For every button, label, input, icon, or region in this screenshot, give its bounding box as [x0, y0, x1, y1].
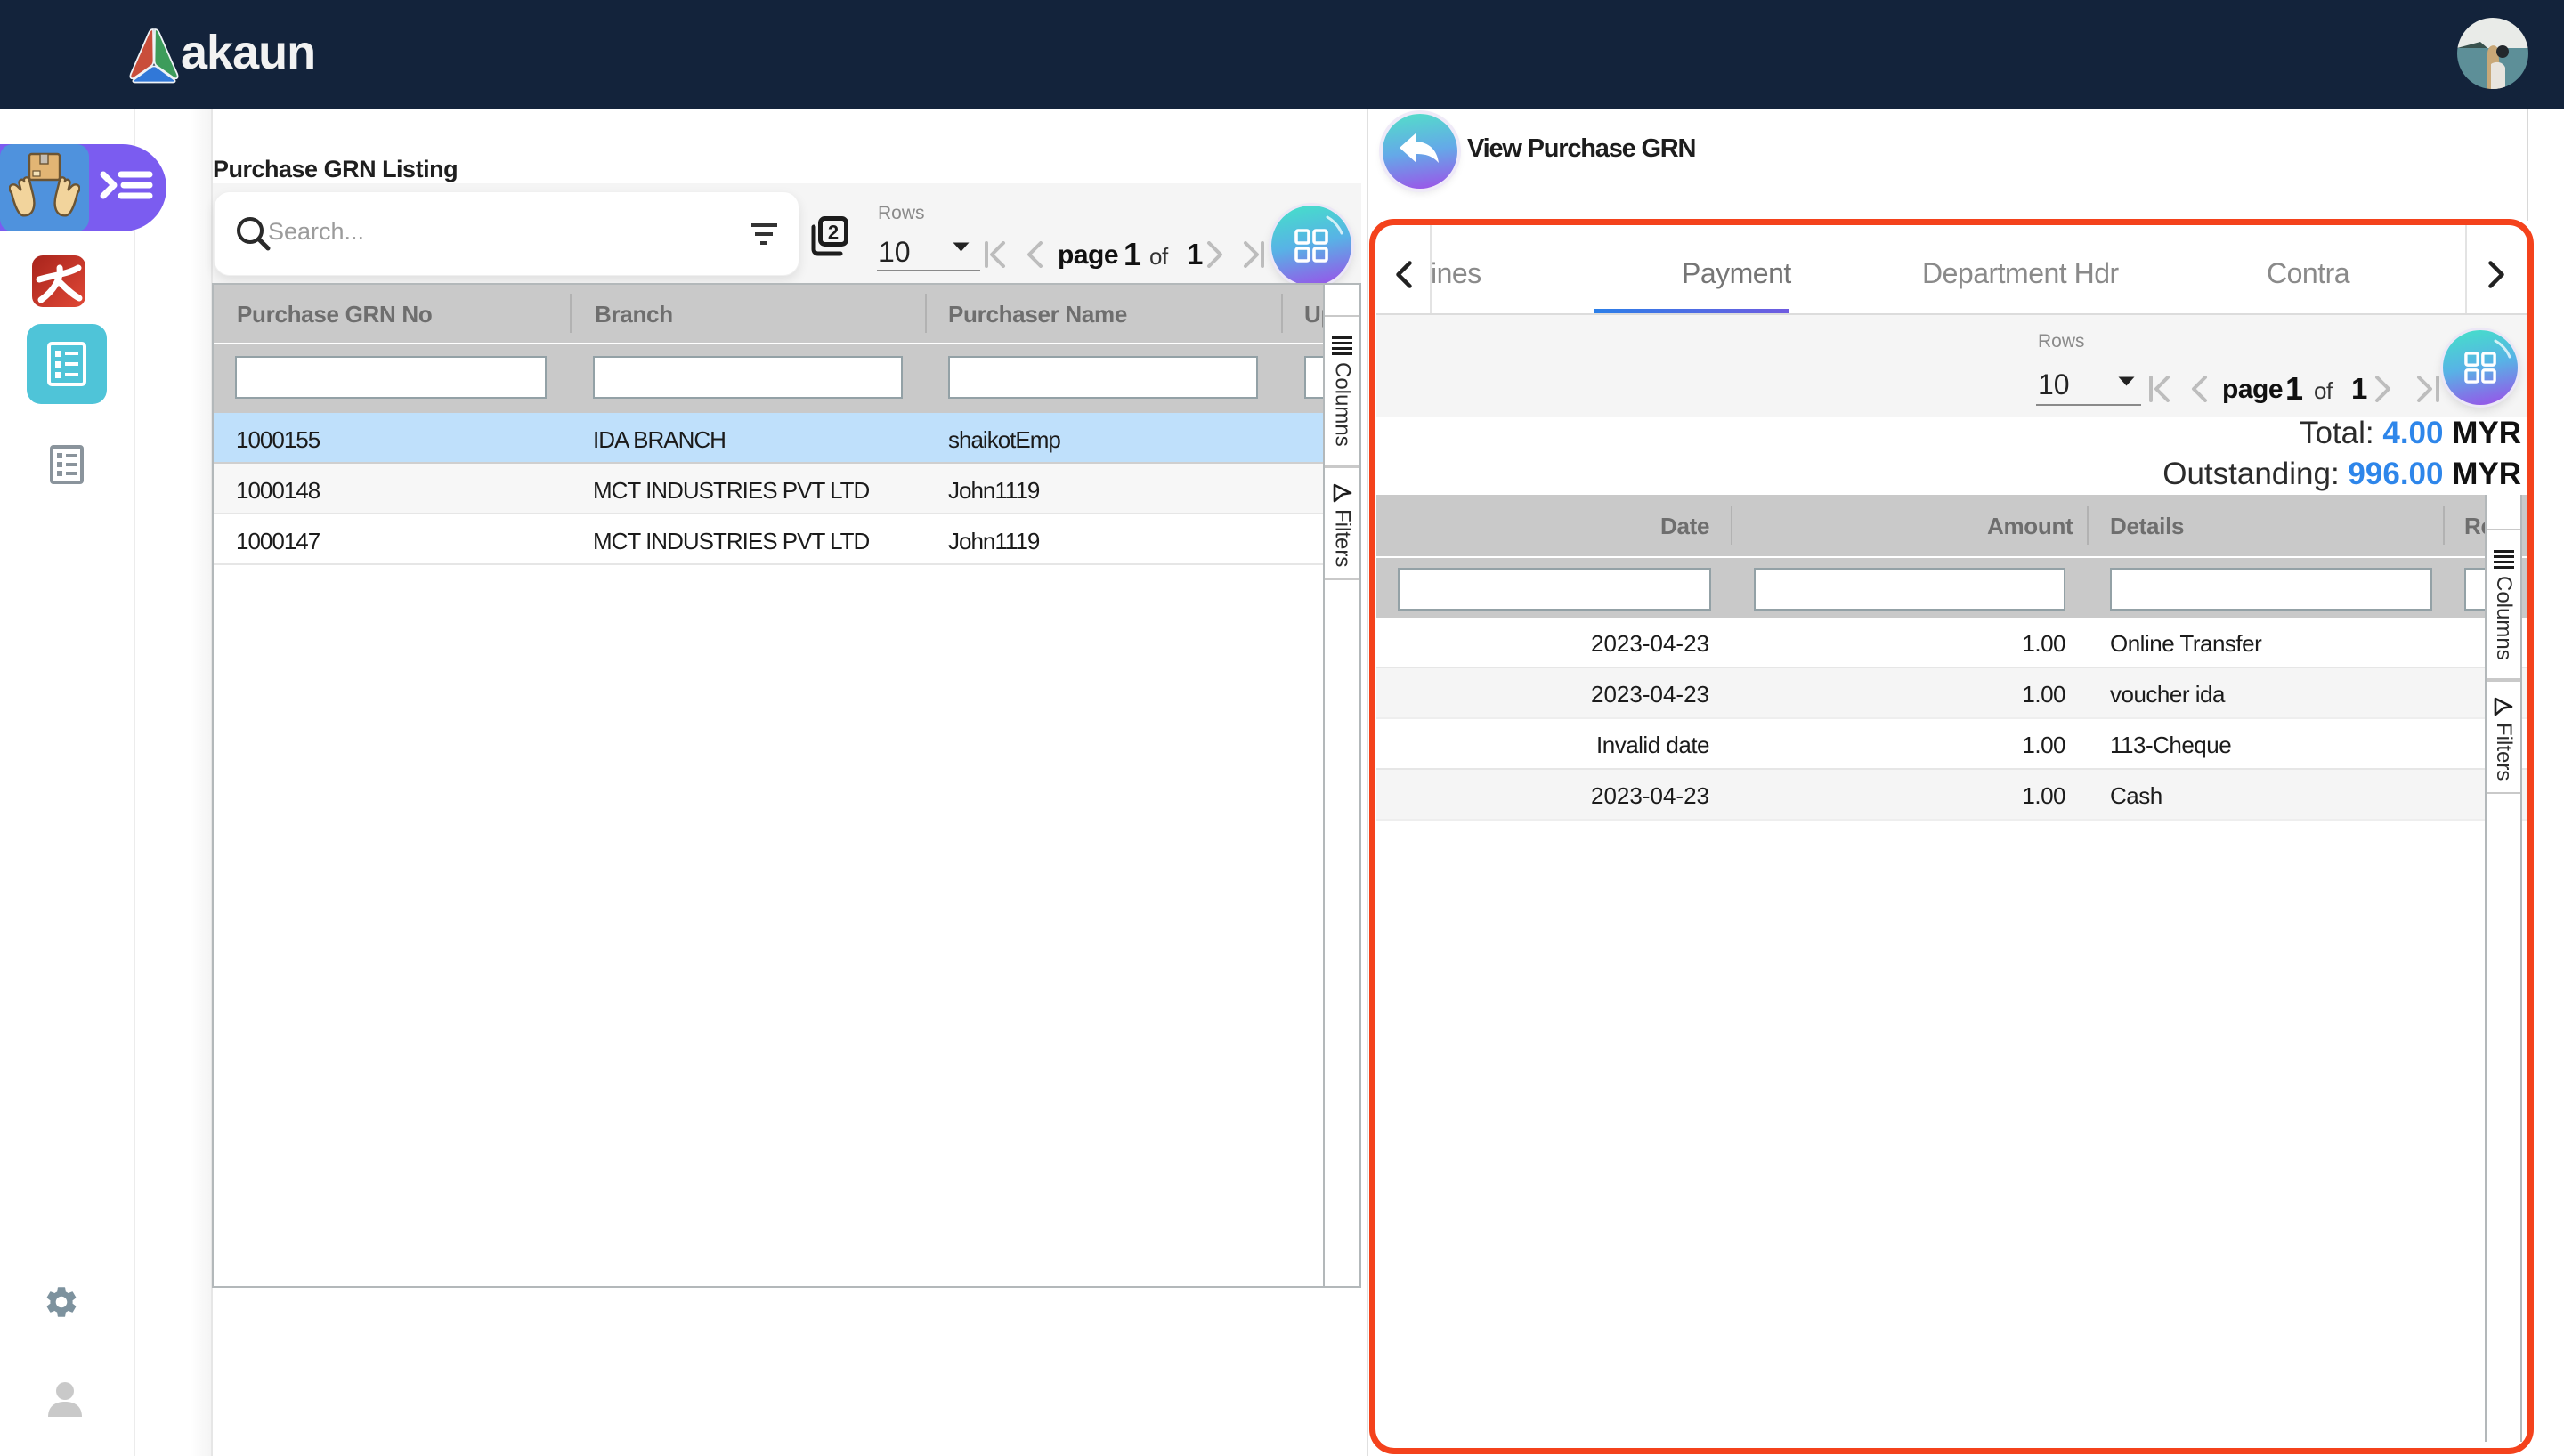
svg-text:2: 2: [828, 222, 839, 244]
